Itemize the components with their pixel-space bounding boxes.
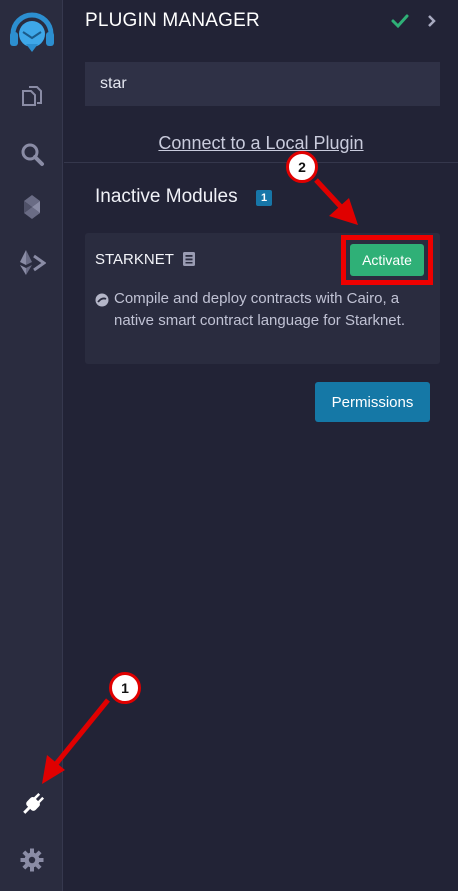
annotation-callout-1: 1 [109,672,141,704]
annotation-callout-2: 2 [286,151,318,183]
annotation-arrows [42,178,358,784]
